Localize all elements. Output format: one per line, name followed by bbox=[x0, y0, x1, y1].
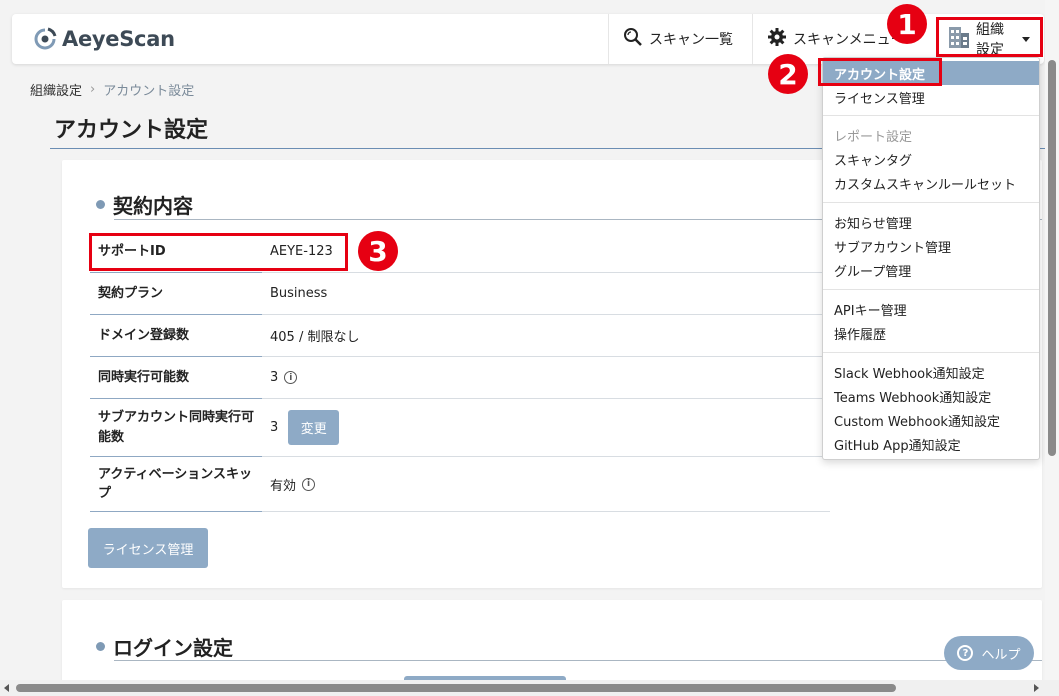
menu-item-notices[interactable]: お知らせ管理 bbox=[823, 210, 1039, 234]
concurrency-value: 3 bbox=[270, 370, 279, 385]
breadcrumb-parent[interactable]: 組織設定 bbox=[30, 80, 82, 99]
change-button[interactable]: 変更 bbox=[288, 410, 340, 445]
domain-count-value: 405 / 制限なし bbox=[270, 330, 360, 345]
scroll-left-icon[interactable] bbox=[4, 684, 9, 692]
callout-number-2: 2 bbox=[768, 54, 808, 94]
license-management-button[interactable]: ライセンス管理 bbox=[88, 528, 208, 568]
bullet-icon bbox=[96, 642, 105, 651]
question-icon: ? bbox=[957, 645, 974, 661]
login-heading-label: ログイン設定 bbox=[113, 636, 233, 660]
table-row: 契約プラン Business bbox=[90, 273, 830, 315]
menu-item-sub-accounts[interactable]: サブアカウント管理 bbox=[823, 234, 1039, 258]
contract-heading-label: 契約内容 bbox=[113, 194, 193, 218]
search-icon bbox=[623, 27, 643, 51]
help-label: ヘルプ bbox=[981, 647, 1021, 663]
row-label: ドメイン登録数 bbox=[90, 315, 262, 357]
menu-item-api-keys[interactable]: APIキー管理 bbox=[823, 297, 1039, 321]
page-title: アカウント設定 bbox=[54, 118, 209, 143]
horizontal-scroll-thumb[interactable] bbox=[16, 684, 896, 692]
org-settings-dropdown: アカウント設定 ライセンス管理 レポート設定 スキャンタグ カスタムスキャンルー… bbox=[822, 57, 1040, 460]
menu-item-custom-ruleset[interactable]: カスタムスキャンルールセット bbox=[823, 171, 1039, 195]
callout-number-3: 3 bbox=[358, 231, 398, 271]
table-row: サブアカウント同時実行可能数 3 変更 bbox=[90, 399, 830, 457]
info-icon[interactable]: i bbox=[302, 477, 316, 491]
table-row: ドメイン登録数 405 / 制限なし bbox=[90, 315, 830, 357]
callout-box-support-id bbox=[89, 233, 348, 271]
menu-divider bbox=[823, 352, 1039, 353]
logo-icon bbox=[32, 26, 58, 52]
scroll-right-icon[interactable] bbox=[1034, 684, 1039, 692]
info-icon[interactable]: i bbox=[284, 371, 298, 384]
menu-divider bbox=[823, 115, 1039, 116]
sub-concurrency-value: 3 bbox=[270, 420, 279, 435]
activation-skip-value: 有効 bbox=[270, 478, 297, 494]
contract-heading: 契約内容 bbox=[96, 190, 193, 219]
menu-item-scan-tag[interactable]: スキャンタグ bbox=[823, 147, 1039, 171]
row-label: アクティベーションスキップ bbox=[90, 457, 262, 512]
menu-item-slack-webhook[interactable]: Slack Webhook通知設定 bbox=[823, 360, 1039, 384]
row-label: 同時実行可能数 bbox=[90, 357, 262, 399]
callout-box-org-settings bbox=[936, 17, 1043, 57]
logo-text: AeyeScan bbox=[62, 27, 175, 51]
chevron-right-icon: › bbox=[90, 82, 96, 97]
nav-scan-list-label: スキャン一覧 bbox=[649, 32, 733, 48]
callout-number-1: 1 bbox=[887, 4, 927, 44]
menu-header-report: レポート設定 bbox=[834, 129, 913, 145]
bullet-icon bbox=[96, 200, 105, 209]
menu-divider bbox=[823, 202, 1039, 203]
gear-icon bbox=[767, 27, 787, 51]
menu-item-license[interactable]: ライセンス管理 bbox=[823, 85, 1039, 109]
menu-item-github-app[interactable]: GitHub App通知設定 bbox=[823, 432, 1039, 456]
callout-box-account-settings bbox=[818, 58, 942, 86]
table-row: アクティベーションスキップ 有効 i bbox=[90, 457, 830, 512]
breadcrumb-current: アカウント設定 bbox=[103, 84, 195, 99]
section-divider bbox=[114, 660, 1042, 661]
vertical-scroll-thumb[interactable] bbox=[1048, 60, 1056, 456]
login-heading: ログイン設定 bbox=[96, 632, 233, 661]
row-label: 契約プラン bbox=[90, 273, 262, 315]
horizontal-scrollbar[interactable] bbox=[0, 680, 1059, 696]
menu-item-custom-webhook[interactable]: Custom Webhook通知設定 bbox=[823, 408, 1039, 432]
menu-item-groups[interactable]: グループ管理 bbox=[823, 258, 1039, 282]
help-button[interactable]: ? ヘルプ bbox=[944, 636, 1034, 670]
logo[interactable]: AeyeScan bbox=[32, 26, 175, 52]
breadcrumb: 組織設定 › アカウント設定 bbox=[30, 80, 194, 99]
plan-value: Business bbox=[270, 286, 328, 301]
vertical-scrollbar[interactable] bbox=[1045, 0, 1059, 680]
menu-item-teams-webhook[interactable]: Teams Webhook通知設定 bbox=[823, 384, 1039, 408]
menu-divider bbox=[823, 289, 1039, 290]
row-label: サブアカウント同時実行可能数 bbox=[90, 399, 262, 457]
menu-item-audit-log[interactable]: 操作履歴 bbox=[823, 321, 1039, 345]
table-row: 同時実行可能数 3 i bbox=[90, 357, 830, 399]
nav-scan-list[interactable]: スキャン一覧 bbox=[608, 14, 752, 64]
